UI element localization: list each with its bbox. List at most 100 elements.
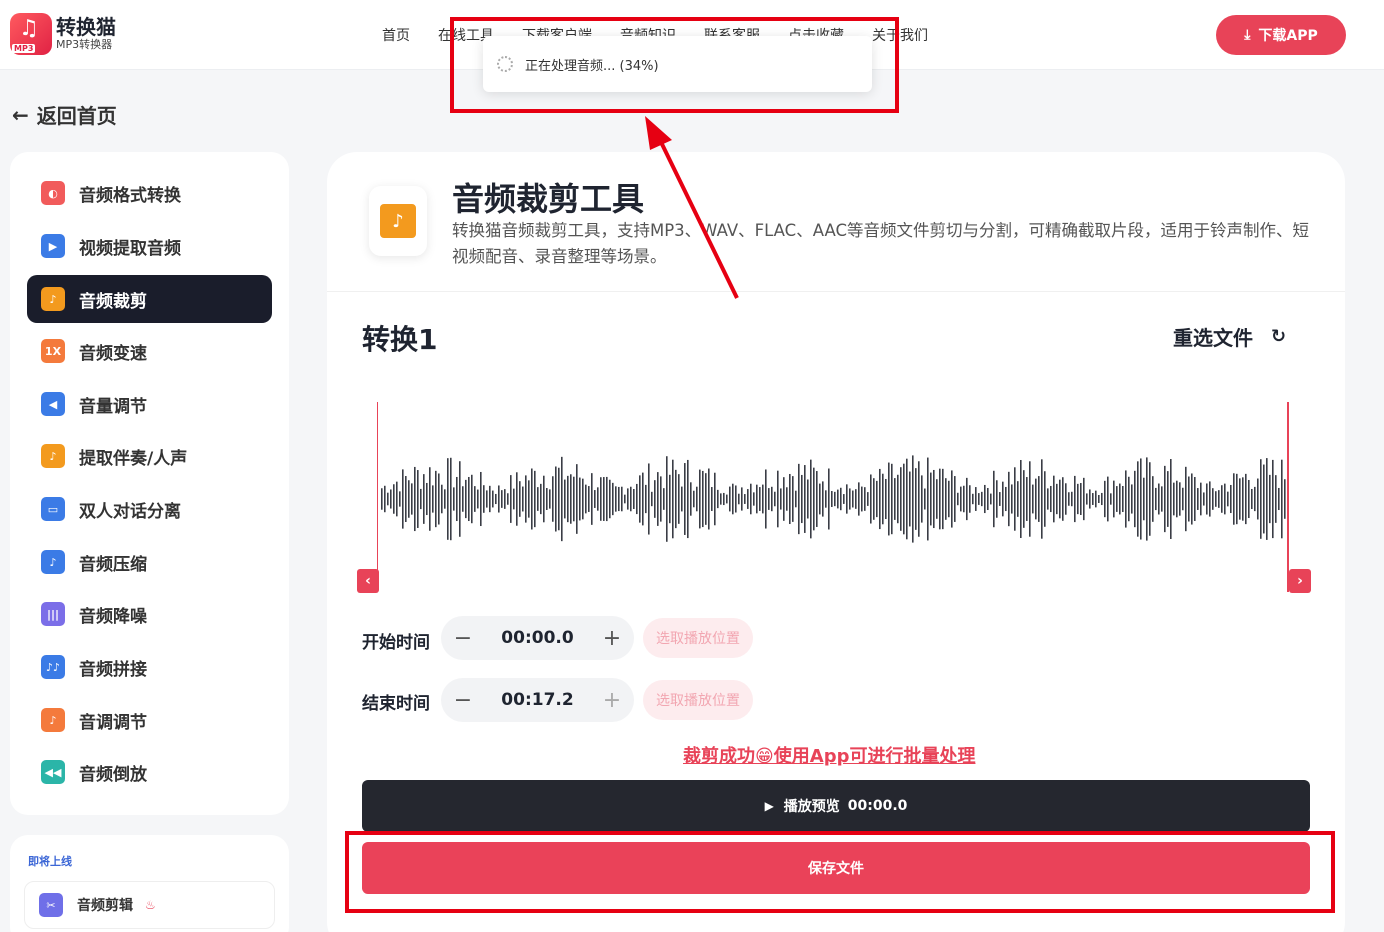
waveform-bar (801, 474, 803, 524)
waveform-bar (909, 471, 911, 527)
end-increment-button[interactable]: + (602, 688, 622, 713)
waveform-bar (534, 470, 536, 528)
waveform-bar (1191, 473, 1193, 525)
nav-home[interactable]: 首页 (382, 25, 410, 45)
download-app-button[interactable]: ⤓ 下载APP (1216, 15, 1346, 55)
waveform-bar (1008, 471, 1010, 527)
start-increment-button[interactable]: + (602, 626, 622, 651)
play-preview-button[interactable]: ▶ 播放预览 00:00.0 (362, 780, 1310, 832)
sidebar-item-join[interactable]: ♪♪ 音频拼接 (27, 643, 272, 691)
end-time-value[interactable]: 00:17.2 (501, 690, 573, 710)
waveform-bar (846, 484, 848, 514)
sidebar-item-compress[interactable]: ♪ 音频压缩 (27, 538, 272, 586)
sidebar-item-volume[interactable]: ◀ 音量调节 (27, 380, 272, 428)
waveform-bar (729, 486, 731, 512)
waveform-bar (1155, 487, 1157, 511)
sidebar-item-pitch[interactable]: ♪ 音调调节 (27, 696, 272, 744)
sidebar-item-audio-cut[interactable]: ♪ 音频裁剪 (27, 275, 272, 323)
sidebar-item-reverse[interactable]: ◀◀ 音频倒放 (27, 748, 272, 796)
waveform-bar (1116, 486, 1118, 512)
audio-cut-tool-icon: ♪ (380, 204, 416, 238)
sidebar-item-denoise[interactable]: ||| 音频降噪 (27, 590, 272, 638)
waveform-bar (570, 474, 572, 524)
waveform-bar (1122, 485, 1124, 513)
coming-soon-audio-edit[interactable]: ✂ 音频剪辑 ♨ (24, 881, 275, 929)
end-pick-position-button[interactable]: 选取播放位置 (643, 680, 753, 720)
back-home-link[interactable]: ← 返回首页 (12, 100, 117, 129)
waveform-bar (450, 457, 452, 541)
start-decrement-button[interactable]: − (453, 626, 473, 651)
waveform-bar (492, 490, 494, 508)
waveform-bar (417, 470, 419, 528)
waveform-bar (444, 489, 446, 509)
scissors-icon: ✂ (39, 893, 63, 917)
waveform-bar (1128, 476, 1130, 522)
sidebar-item-label: 音频裁剪 (79, 291, 147, 312)
waveform-bar (1272, 459, 1274, 539)
waveform-bar (732, 483, 734, 515)
trim-end-handle[interactable]: › (1289, 569, 1311, 593)
chevron-left-icon: ‹ (365, 573, 371, 589)
waveform-bar (627, 488, 629, 510)
waveform-bar (849, 488, 851, 510)
start-time-value[interactable]: 00:00.0 (501, 628, 573, 648)
waveform-bar (591, 473, 593, 525)
reselect-file-button[interactable]: 重选文件 ↻ (1173, 322, 1286, 351)
waveform-bar (1035, 478, 1037, 520)
play-preview-time: 00:00.0 (847, 798, 908, 814)
waveform-bar (771, 486, 773, 512)
waveform-bar (411, 483, 413, 515)
waveform-bar (681, 486, 683, 512)
waveform-bar (888, 462, 890, 536)
coming-soon-panel: 即将上线 ✂ 音频剪辑 ♨ (10, 835, 289, 932)
end-decrement-button[interactable]: − (453, 688, 473, 713)
waveform-bar (864, 487, 866, 511)
waveform-bar (912, 455, 914, 543)
sidebar-item-dialog[interactable]: ▭ 双人对话分离 (27, 485, 272, 533)
waveform-bar (453, 487, 455, 511)
sidebar-item-label: 音调调节 (79, 712, 147, 733)
logo-badge-icon: ♫ MP3 (10, 13, 52, 55)
sidebar-item-speed[interactable]: 1X 音频变速 (27, 327, 272, 375)
sidebar-item-vocal[interactable]: ♪ 提取伴奏/人声 (27, 432, 272, 480)
waveform-bar (438, 473, 440, 525)
waveform-bar (753, 492, 755, 506)
sidebar-item-video-extract[interactable]: ▶ 视频提取音频 (27, 222, 272, 270)
play-preview-label: 播放预览 (783, 799, 840, 815)
waveform-bar (540, 483, 542, 515)
waveform-bar (825, 490, 827, 508)
waveform-bar (1230, 484, 1232, 514)
waveform-bar (381, 488, 383, 510)
waveform-bar (1005, 486, 1007, 512)
trim-start-handle[interactable]: ‹ (357, 569, 379, 593)
waveform-bar (1242, 477, 1244, 521)
waveform-bar (714, 472, 716, 526)
waveform-bar (972, 493, 974, 505)
tool-icon-frame: ♪ (369, 186, 427, 256)
waveform-bar (750, 483, 752, 515)
start-pick-position-button[interactable]: 选取播放位置 (643, 618, 753, 658)
waveform-bar (1131, 484, 1133, 514)
waveform-bar (666, 456, 668, 542)
waveform-bar (561, 456, 563, 542)
denoise-icon: ||| (41, 602, 65, 626)
waveform-bar (921, 475, 923, 523)
sidebar-item-label: 音频倒放 (79, 764, 147, 785)
waveform-bar (720, 493, 722, 505)
waveform[interactable] (377, 402, 1289, 592)
sidebar-item-audio-convert[interactable]: ◐ 音频格式转换 (27, 169, 272, 217)
waveform-bar (1029, 461, 1031, 537)
waveform-bar (510, 475, 512, 523)
waveform-bar (456, 476, 458, 522)
waveform-bar (996, 480, 998, 518)
tool-description: 转换猫音频裁剪工具，支持MP3、WAV、FLAC、AAC等音频文件剪切与分割，可… (452, 221, 1309, 266)
site-logo[interactable]: ♫ MP3 转换猫 MP3转换器 (10, 13, 116, 55)
chevron-right-icon: › (1297, 573, 1303, 589)
waveform-bar (546, 488, 548, 510)
waveform-bar (465, 479, 467, 519)
waveform-bar (822, 481, 824, 517)
waveform-bar (1248, 479, 1250, 519)
waveform-bar (576, 464, 578, 534)
cut-success-link[interactable]: 裁剪成功😁使用App可进行批量处理 (683, 742, 975, 768)
waveform-bar (399, 491, 401, 507)
